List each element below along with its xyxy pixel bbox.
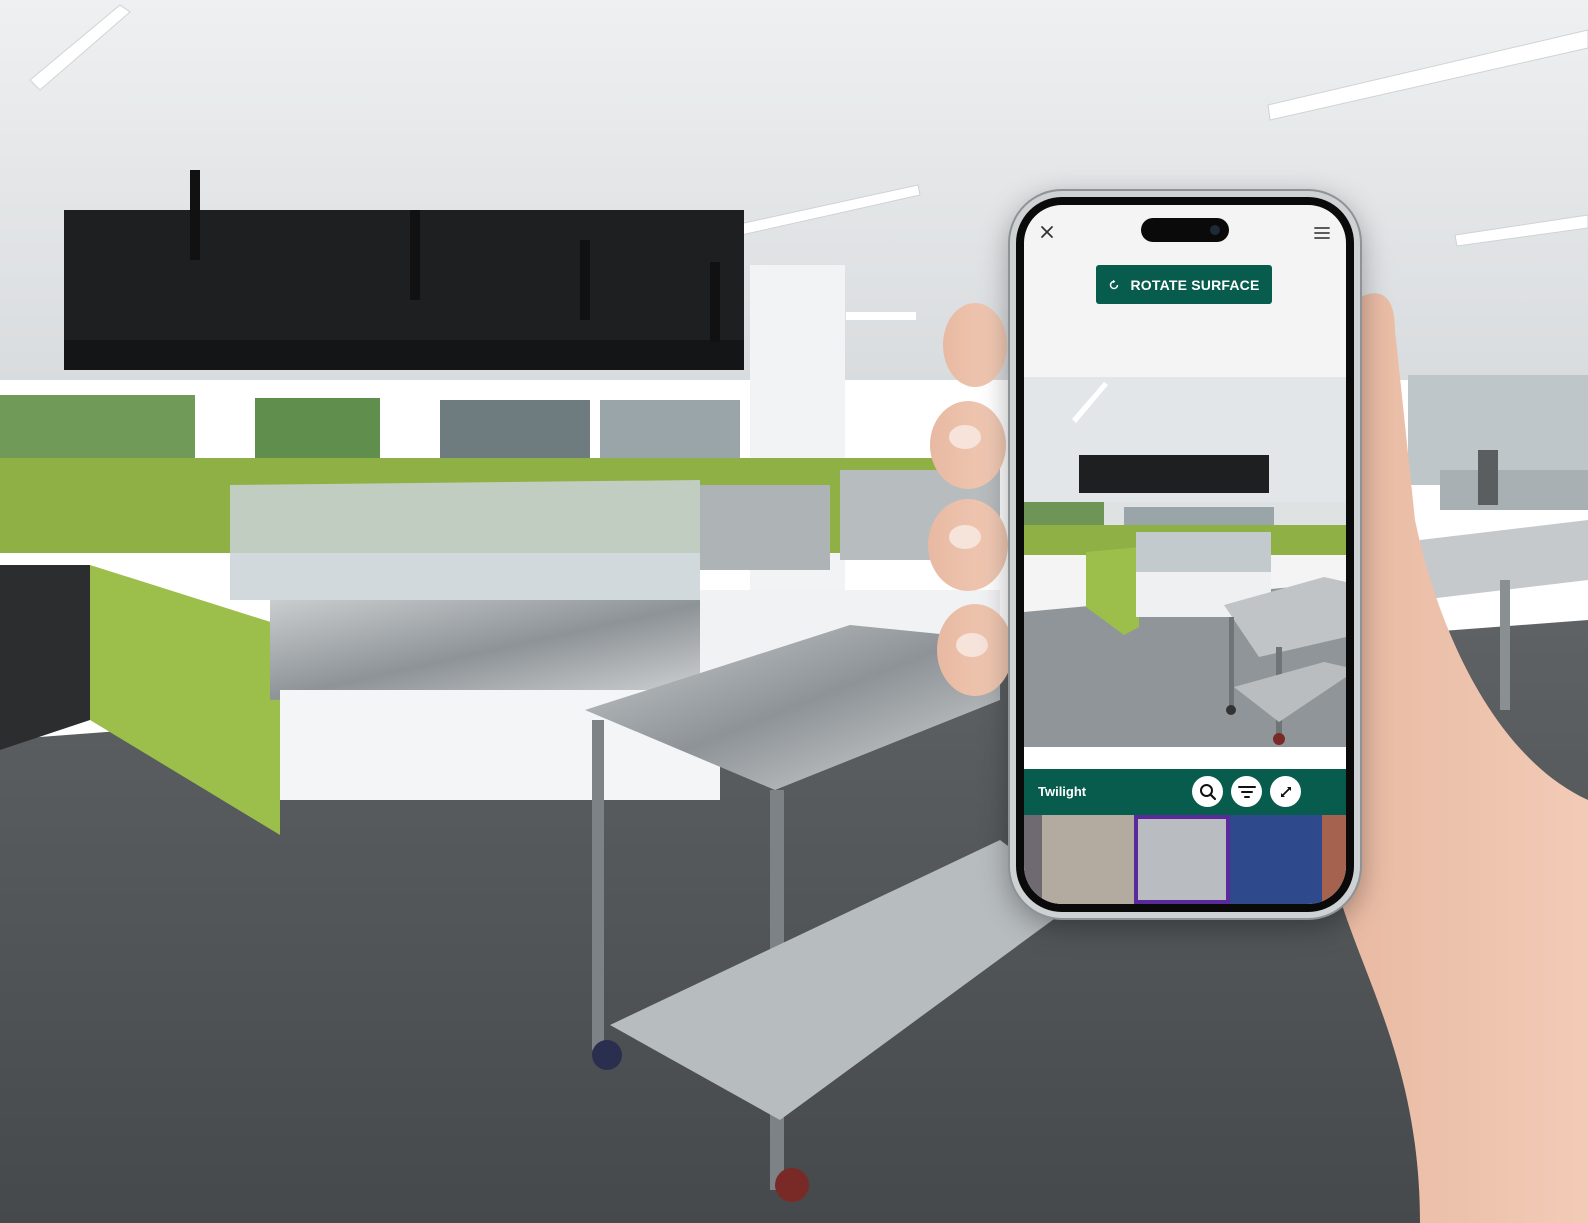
swatch-partial-left[interactable]	[1024, 815, 1042, 904]
filter-icon	[1237, 785, 1256, 798]
phone-mockup: ROTATE SURFACE Twilight	[1010, 191, 1360, 918]
phone-screen: ROTATE SURFACE Twilight	[1024, 205, 1346, 904]
surface-swatches	[1024, 815, 1346, 904]
rotate-icon	[1110, 279, 1119, 289]
swatch-terracotta[interactable]	[1322, 815, 1346, 904]
filter-button[interactable]	[1231, 776, 1262, 807]
rotate-surface-button[interactable]: ROTATE SURFACE	[1096, 265, 1272, 304]
room-preview-image	[1024, 377, 1346, 769]
swatch-sand[interactable]	[1042, 815, 1134, 904]
swatch-navy[interactable]	[1230, 815, 1322, 904]
close-icon	[1041, 226, 1053, 238]
expand-button[interactable]	[1270, 776, 1301, 807]
front-camera	[1210, 225, 1220, 235]
swatch-twilight[interactable]	[1134, 815, 1230, 904]
surface-toolbar: Twilight	[1024, 769, 1346, 815]
selected-surface-name: Twilight	[1038, 784, 1087, 799]
search-button[interactable]	[1192, 776, 1223, 807]
hamburger-menu-icon	[1314, 227, 1330, 239]
expand-icon	[1280, 786, 1291, 797]
rotate-surface-label: ROTATE SURFACE	[1130, 276, 1260, 293]
search-icon	[1199, 783, 1216, 800]
close-button[interactable]	[1034, 219, 1060, 245]
dynamic-island	[1141, 218, 1229, 242]
menu-button[interactable]	[1308, 219, 1336, 247]
